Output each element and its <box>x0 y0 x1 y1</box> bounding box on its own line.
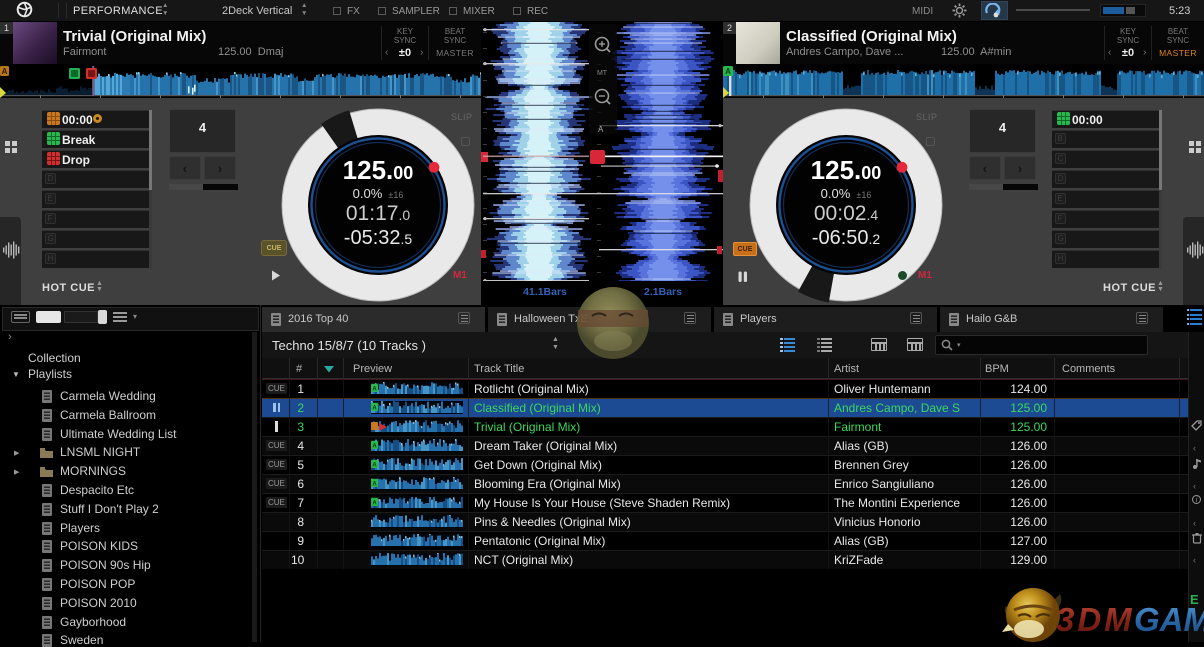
svg-text:A: A <box>372 406 377 412</box>
svg-text:GAME: GAME <box>1134 601 1204 638</box>
svg-text:A: A <box>372 463 377 469</box>
svg-text:A: A <box>372 501 377 507</box>
svg-text:41.1Bars: 41.1Bars <box>523 286 567 298</box>
svg-text:A: A <box>372 387 377 393</box>
svg-text:A: A <box>725 67 731 76</box>
svg-text:A: A <box>2 67 8 76</box>
svg-text:A: A <box>372 444 377 450</box>
svg-text:A: A <box>598 125 604 134</box>
svg-text:3DM: 3DM <box>1056 601 1135 638</box>
svg-text:A: A <box>372 482 377 488</box>
svg-text:MT: MT <box>597 70 608 77</box>
